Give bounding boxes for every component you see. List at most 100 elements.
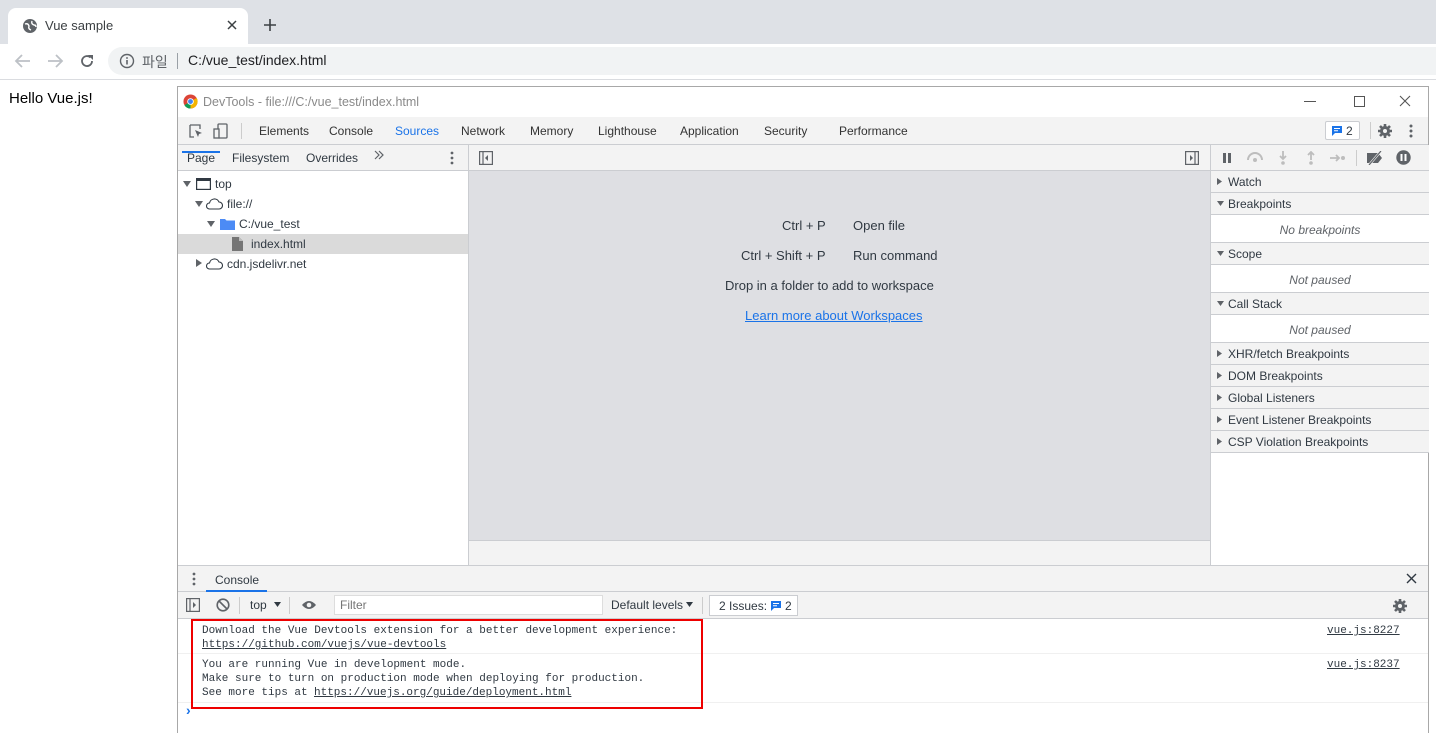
tab-memory[interactable]: Memory bbox=[530, 124, 573, 138]
navigator-menu-icon[interactable] bbox=[450, 151, 454, 165]
section-label: Scope bbox=[1228, 247, 1263, 261]
console-filter-input[interactable] bbox=[334, 595, 603, 615]
maximize-icon[interactable] bbox=[1354, 96, 1365, 107]
tree-item-top[interactable]: top bbox=[178, 174, 468, 194]
expanded-triangle-icon[interactable] bbox=[183, 181, 191, 187]
tab-elements[interactable]: Elements bbox=[259, 124, 309, 138]
address-bar[interactable]: 파일 C:/vue_test/index.html bbox=[108, 47, 1436, 75]
devtools-window: DevTools - file:///C:/vue_test/index.htm… bbox=[177, 86, 1429, 734]
inspect-element-icon[interactable] bbox=[188, 123, 204, 139]
section-event-listener-breakpoints[interactable]: Event Listener Breakpoints bbox=[1211, 409, 1429, 431]
pause-icon[interactable] bbox=[1222, 153, 1232, 163]
nav-tab-filesystem[interactable]: Filesystem bbox=[232, 151, 289, 165]
toolbar-divider bbox=[1370, 122, 1371, 139]
tree-item-file-origin[interactable]: file:// bbox=[178, 194, 468, 214]
drawer-tab-console[interactable]: Console bbox=[215, 573, 259, 587]
section-call-stack[interactable]: Call Stack bbox=[1211, 293, 1429, 315]
expanded-triangle-icon bbox=[1217, 251, 1224, 256]
folder-icon bbox=[220, 218, 235, 230]
learn-workspaces-link[interactable]: Learn more about Workspaces bbox=[745, 308, 923, 323]
pause-on-exceptions-icon[interactable] bbox=[1396, 150, 1411, 165]
new-tab-icon[interactable] bbox=[262, 17, 278, 33]
issues-counter-button[interactable]: 2 bbox=[1325, 121, 1360, 140]
tab-performance[interactable]: Performance bbox=[839, 124, 908, 138]
expanded-triangle-icon[interactable] bbox=[195, 201, 203, 207]
info-icon[interactable] bbox=[119, 53, 135, 69]
toggle-debugger-icon[interactable] bbox=[1185, 151, 1199, 165]
reload-icon[interactable] bbox=[79, 53, 95, 69]
context-selector[interactable]: top bbox=[250, 598, 267, 612]
message-source-link[interactable]: vue.js:8227 bbox=[1327, 625, 1400, 637]
expanded-triangle-icon bbox=[1217, 201, 1224, 206]
window-close-icon[interactable] bbox=[1399, 95, 1411, 107]
address-divider bbox=[177, 53, 178, 69]
console-sidebar-toggle-icon[interactable] bbox=[186, 598, 200, 612]
section-breakpoints[interactable]: Breakpoints bbox=[1211, 193, 1429, 215]
forward-arrow-icon[interactable] bbox=[46, 53, 64, 69]
back-arrow-icon[interactable] bbox=[14, 53, 32, 69]
tab-lighthouse[interactable]: Lighthouse bbox=[598, 124, 657, 138]
shortcut-key-open-file: Ctrl + P bbox=[782, 218, 826, 233]
collapsed-triangle-icon bbox=[1217, 178, 1222, 185]
breakpoints-empty: No breakpoints bbox=[1211, 215, 1429, 243]
nav-tab-overrides[interactable]: Overrides bbox=[306, 151, 358, 165]
dropdown-arrow-icon[interactable] bbox=[274, 602, 281, 607]
step-out-icon[interactable] bbox=[1306, 151, 1316, 165]
address-url[interactable]: C:/vue_test/index.html bbox=[188, 52, 327, 68]
tab-security[interactable]: Security bbox=[764, 124, 807, 138]
message-source-link[interactable]: vue.js:8237 bbox=[1327, 659, 1400, 671]
drawer-menu-icon[interactable] bbox=[192, 572, 196, 586]
collapsed-triangle-icon bbox=[1217, 438, 1222, 445]
toolbar-divider bbox=[1356, 150, 1357, 166]
section-dom-breakpoints[interactable]: DOM Breakpoints bbox=[1211, 365, 1429, 387]
tab-title: Vue sample bbox=[45, 18, 114, 33]
tree-item-index-html[interactable]: index.html bbox=[178, 234, 468, 254]
deactivate-breakpoints-icon[interactable] bbox=[1366, 151, 1384, 165]
console-issues-count: 2 bbox=[785, 599, 792, 613]
browser-tab[interactable]: Vue sample bbox=[8, 8, 248, 44]
clear-console-icon[interactable] bbox=[216, 598, 230, 612]
more-options-icon[interactable] bbox=[1409, 124, 1413, 138]
drawer-close-icon[interactable] bbox=[1406, 573, 1417, 584]
step-icon[interactable] bbox=[1330, 153, 1346, 163]
console-issues-button[interactable]: 2 Issues: 2 bbox=[709, 595, 798, 616]
dropdown-arrow-icon[interactable] bbox=[686, 602, 693, 607]
settings-gear-icon[interactable] bbox=[1377, 123, 1393, 139]
section-xhr-breakpoints[interactable]: XHR/fetch Breakpoints bbox=[1211, 343, 1429, 365]
section-global-listeners[interactable]: Global Listeners bbox=[1211, 387, 1429, 409]
tree-item-cdn[interactable]: cdn.jsdelivr.net bbox=[178, 254, 468, 274]
tab-network[interactable]: Network bbox=[461, 124, 505, 138]
minimize-icon[interactable] bbox=[1304, 101, 1316, 102]
toggle-navigator-icon[interactable] bbox=[479, 151, 493, 165]
tree-item-folder[interactable]: C:/vue_test bbox=[178, 214, 468, 234]
section-csp-violation-breakpoints[interactable]: CSP Violation Breakpoints bbox=[1211, 431, 1429, 453]
tab-application[interactable]: Application bbox=[680, 124, 739, 138]
nav-tab-page[interactable]: Page bbox=[187, 151, 215, 165]
active-nav-tab-indicator bbox=[182, 151, 220, 153]
tree-label-index-html: index.html bbox=[251, 237, 306, 251]
shortcut-key-run-command: Ctrl + Shift + P bbox=[741, 248, 826, 263]
step-into-icon[interactable] bbox=[1278, 151, 1288, 165]
section-scope[interactable]: Scope bbox=[1211, 243, 1429, 265]
expanded-triangle-icon[interactable] bbox=[207, 221, 215, 227]
section-label: Global Listeners bbox=[1228, 391, 1315, 405]
console-prompt[interactable]: › bbox=[186, 702, 191, 718]
more-tabs-chevron-icon[interactable] bbox=[374, 150, 384, 160]
tab-close-icon[interactable] bbox=[226, 19, 238, 31]
devtools-main-tabbar: Elements Console Sources Network Memory … bbox=[178, 117, 1428, 175]
device-toolbar-icon[interactable] bbox=[213, 123, 229, 139]
eye-icon[interactable] bbox=[301, 600, 317, 610]
collapsed-triangle-icon[interactable] bbox=[196, 259, 202, 267]
tab-console[interactable]: Console bbox=[329, 124, 373, 138]
step-over-icon[interactable] bbox=[1246, 152, 1264, 162]
drop-folder-hint: Drop in a folder to add to workspace bbox=[725, 278, 934, 293]
console-settings-gear-icon[interactable] bbox=[1392, 598, 1408, 614]
tree-label-file-origin: file:// bbox=[227, 197, 253, 211]
tree-label-folder: C:/vue_test bbox=[239, 217, 300, 231]
section-watch[interactable]: Watch bbox=[1211, 171, 1429, 193]
editor-toolbar bbox=[469, 145, 1210, 171]
tree-label-top: top bbox=[215, 177, 232, 191]
toolbar-divider bbox=[289, 597, 290, 614]
tab-sources[interactable]: Sources bbox=[395, 124, 439, 138]
log-levels-selector[interactable]: Default levels bbox=[611, 598, 683, 612]
